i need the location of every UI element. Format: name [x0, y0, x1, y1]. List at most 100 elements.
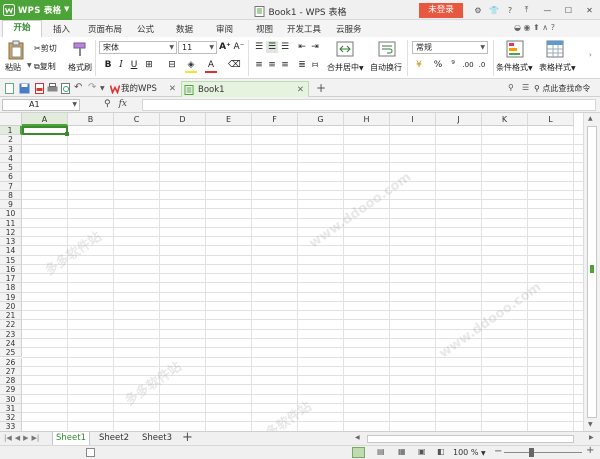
- currency-icon[interactable]: ¥: [413, 59, 425, 71]
- row-header[interactable]: 16: [0, 264, 22, 275]
- decrease-indent-icon[interactable]: ⇤: [296, 41, 308, 53]
- close-icon[interactable]: ✕: [297, 82, 304, 98]
- row-header[interactable]: 20: [0, 301, 22, 312]
- zoom-lookup-icon[interactable]: ⚲: [104, 99, 111, 109]
- scroll-up-icon[interactable]: ▲: [588, 115, 593, 122]
- fill-color-icon[interactable]: ◈: [185, 59, 197, 71]
- column-header[interactable]: B: [68, 113, 114, 126]
- minimize-icon[interactable]: —: [537, 0, 558, 20]
- save-icon[interactable]: [19, 83, 31, 94]
- chevron-down-icon[interactable]: ▼: [27, 62, 32, 69]
- column-header[interactable]: E: [206, 113, 252, 126]
- row-header[interactable]: 28: [0, 376, 22, 386]
- row-header[interactable]: 2: [0, 135, 22, 145]
- scroll-right-icon[interactable]: ▶: [589, 434, 594, 441]
- print-preview-icon[interactable]: [60, 83, 72, 94]
- new-icon[interactable]: [4, 83, 16, 94]
- zoom-out-icon[interactable]: −: [494, 446, 502, 457]
- column-header[interactable]: F: [252, 113, 298, 126]
- column-header[interactable]: A: [22, 113, 68, 126]
- tab-review[interactable]: 审阅: [216, 23, 233, 35]
- row-header[interactable]: 14: [0, 246, 22, 256]
- row-header[interactable]: 21: [0, 311, 22, 321]
- row-header[interactable]: 4: [0, 153, 22, 164]
- align-right-icon[interactable]: ≡: [279, 59, 291, 71]
- zoom-in-icon[interactable]: +: [586, 445, 594, 456]
- close-icon[interactable]: ✕: [579, 0, 600, 20]
- macro-record-icon[interactable]: [86, 448, 95, 457]
- sheet-tab-3[interactable]: Sheet3: [138, 432, 176, 446]
- column-header[interactable]: D: [160, 113, 206, 126]
- scroll-left-icon[interactable]: ◀: [355, 434, 360, 441]
- thousands-icon[interactable]: ⁹: [447, 59, 459, 71]
- align-middle-icon[interactable]: ☰: [266, 41, 278, 53]
- table-style-icon[interactable]: [546, 40, 564, 58]
- column-header[interactable]: I: [390, 113, 436, 126]
- vertical-scrollbar[interactable]: ▲ ▼: [583, 113, 600, 431]
- row-header[interactable]: 24: [0, 338, 22, 349]
- paste-button[interactable]: 粘贴: [5, 62, 21, 73]
- align-center-icon[interactable]: ≡: [266, 59, 278, 71]
- tab-insert[interactable]: 插入: [53, 23, 70, 35]
- italic-icon[interactable]: I: [115, 59, 127, 71]
- normal-view-icon[interactable]: [352, 447, 365, 458]
- ribbon-more-icon[interactable]: ›: [589, 51, 592, 59]
- column-header[interactable]: K: [482, 113, 528, 126]
- column-header[interactable]: J: [436, 113, 482, 126]
- align-bottom-icon[interactable]: ☰: [279, 41, 291, 53]
- row-header[interactable]: 26: [0, 357, 22, 367]
- justify-icon[interactable]: ≣: [296, 59, 308, 71]
- tab-menu-icon[interactable]: ☰: [522, 83, 529, 92]
- column-header[interactable]: H: [344, 113, 390, 126]
- align-left-icon[interactable]: ≡: [253, 59, 265, 71]
- zoom-slider-knob[interactable]: [529, 448, 534, 457]
- paste-icon[interactable]: [7, 40, 25, 60]
- formula-input[interactable]: [142, 99, 596, 111]
- row-header[interactable]: 17: [0, 274, 22, 284]
- app-menu-button[interactable]: WPS 表格 ▼: [0, 0, 72, 20]
- format-painter-icon[interactable]: [72, 41, 88, 57]
- maximize-icon[interactable]: ☐: [558, 0, 579, 20]
- row-header[interactable]: 23: [0, 329, 22, 339]
- bold-icon[interactable]: B: [102, 59, 114, 71]
- increase-indent-icon[interactable]: ⇥: [309, 41, 321, 53]
- scroll-down-icon[interactable]: ▼: [588, 421, 593, 428]
- tab-home[interactable]: 开始: [2, 20, 42, 37]
- last-sheet-icon[interactable]: ▶|: [32, 434, 40, 442]
- first-sheet-icon[interactable]: |◀: [4, 434, 12, 442]
- row-header[interactable]: 8: [0, 190, 22, 201]
- row-header[interactable]: 5: [0, 163, 22, 173]
- tab-my-wps[interactable]: 我的WPS ✕: [108, 81, 180, 97]
- restore-icon[interactable]: ⤒: [516, 0, 537, 20]
- row-header[interactable]: 7: [0, 181, 22, 191]
- merge-center-icon[interactable]: [336, 40, 354, 58]
- row-header[interactable]: 9: [0, 200, 22, 210]
- tab-cloud[interactable]: 云服务: [336, 23, 362, 35]
- horizontal-scrollbar[interactable]: ◀ ▶: [349, 434, 599, 444]
- font-color-icon[interactable]: A: [205, 59, 217, 71]
- row-header[interactable]: 30: [0, 394, 22, 404]
- page-break-view-icon[interactable]: ▦: [398, 447, 406, 456]
- copy-button[interactable]: ⧉复制: [34, 61, 56, 72]
- row-header[interactable]: 13: [0, 237, 22, 247]
- sheet-tab-1[interactable]: Sheet1: [52, 432, 90, 446]
- tab-view[interactable]: 视图: [256, 23, 273, 35]
- select-all-corner[interactable]: [0, 113, 22, 126]
- percent-icon[interactable]: %: [432, 59, 444, 71]
- export-pdf-icon[interactable]: [34, 83, 46, 94]
- cut-button[interactable]: ✂剪切: [34, 43, 57, 54]
- print-icon[interactable]: [47, 83, 59, 94]
- row-header[interactable]: 10: [0, 209, 22, 219]
- row-header[interactable]: 29: [0, 385, 22, 395]
- insert-function-button[interactable]: fx: [119, 99, 127, 109]
- font-name-select[interactable]: 宋体 ▼: [99, 41, 177, 54]
- row-header[interactable]: 1: [0, 126, 22, 136]
- row-header[interactable]: 12: [0, 227, 22, 238]
- reading-mode-icon[interactable]: ▣: [418, 447, 426, 456]
- align-top-icon[interactable]: ☰: [253, 41, 265, 53]
- row-header[interactable]: 32: [0, 413, 22, 423]
- redo-icon[interactable]: ↷: [88, 83, 100, 94]
- settings-icon[interactable]: ⚙: [470, 2, 486, 18]
- row-header[interactable]: 33: [0, 422, 22, 431]
- increase-font-icon[interactable]: A⁺: [219, 41, 231, 53]
